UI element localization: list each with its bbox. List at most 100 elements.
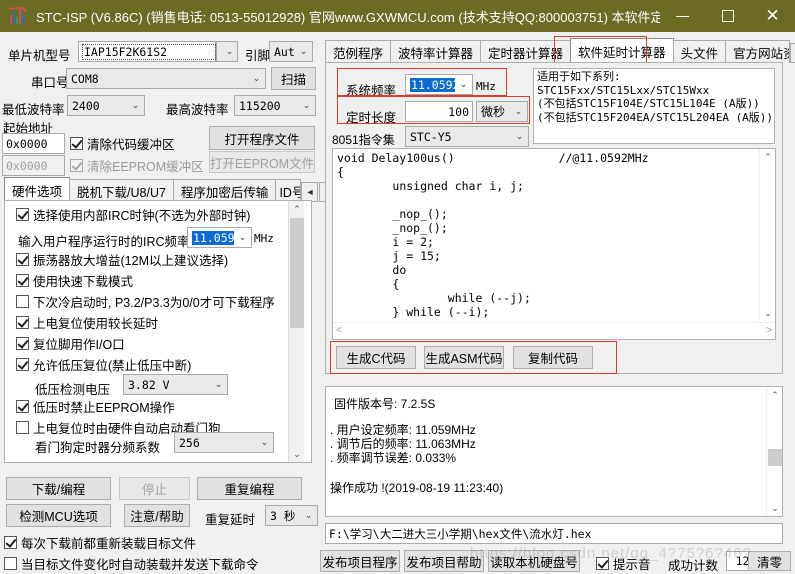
checkbox-icon	[16, 253, 29, 266]
repeat-delay-value: 3 秒	[270, 508, 296, 523]
eeprom-address-value: 0x0000	[6, 158, 48, 173]
com-port-select[interactable]: COM8 ⌄	[66, 68, 266, 89]
scroll-left-icon[interactable]: <	[336, 325, 342, 336]
timer-unit-select[interactable]: 微秒 ⌄	[476, 101, 528, 122]
min-baud-label: 最低波特率	[2, 103, 65, 117]
irc-frequency-select[interactable]: 11.0592 ⌄	[187, 227, 252, 248]
repeat-program-button[interactable]: 重复编程	[197, 477, 302, 500]
checkbox-icon	[16, 400, 29, 413]
reload-before-download-checkbox[interactable]: 每次下载前都重新装载目标文件	[4, 533, 196, 552]
scrollbar-thumb[interactable]	[290, 218, 304, 328]
mcu-type-select[interactable]: IAP15F2K61S2	[78, 41, 216, 62]
generate-asm-code-button[interactable]: 生成ASM代码	[424, 346, 504, 369]
scroll-right-icon[interactable]: >	[766, 325, 772, 336]
close-icon[interactable]: ✕	[750, 0, 795, 32]
tab-baudrate-calculator[interactable]: 波特率计算器	[390, 40, 482, 63]
open-eeprom-file-button[interactable]: 打开EEPROM文件	[209, 151, 315, 173]
detect-mcu-options-button[interactable]: 检测MCU选项	[6, 504, 111, 527]
chevron-down-icon: ⌄	[131, 100, 140, 110]
window-title: STC-ISP (V6.86C) (销售电话: 0513-55012928) 官…	[36, 9, 660, 25]
option-reset-pin-io-checkbox[interactable]: 复位脚用作I/O口	[16, 334, 125, 353]
publish-project-program-button[interactable]: 发布项目程序	[320, 550, 400, 572]
low-voltage-detect-select[interactable]: 3.82 V ⌄	[123, 374, 228, 395]
chevron-down-icon: ⌄	[514, 106, 523, 116]
repeat-delay-select[interactable]: 3 秒 ⌄	[265, 505, 318, 526]
scroll-down-icon[interactable]: ⌄	[760, 305, 776, 321]
option-label: 允许低压复位(禁止低压中断)	[33, 359, 192, 373]
checkbox-icon	[16, 274, 29, 287]
tab-offline-download[interactable]: 脱机下载/U8/U7	[69, 179, 174, 202]
option-internal-irc-checkbox[interactable]: 选择使用内部IRC时钟(不选为外部时钟)	[16, 205, 250, 224]
option-label: 复位脚用作I/O口	[33, 338, 125, 352]
tab-scroll-left-icon[interactable]: ◄	[301, 182, 319, 202]
generate-c-code-button[interactable]: 生成C代码	[336, 346, 416, 369]
option-cold-start-checkbox[interactable]: 下次冷启动时, P3.2/P3.3为0/0才可下载程序	[16, 292, 275, 311]
scroll-down-icon[interactable]: ⌄	[289, 446, 305, 462]
scan-button[interactable]: 扫描	[271, 67, 316, 90]
option-fast-download-checkbox[interactable]: 使用快速下载模式	[16, 271, 133, 290]
status-log-scrollbar[interactable]: ⌃ ⌄	[766, 387, 782, 516]
file-path-value: F:\学习\大二进大三小学期\hex文件\流水灯.hex	[329, 526, 592, 541]
watchdog-prescale-select[interactable]: 256 ⌄	[174, 432, 274, 453]
checkbox-icon	[4, 536, 17, 549]
tab-header-file[interactable]: 头文件	[672, 40, 727, 63]
scroll-down-icon[interactable]: ⌄	[767, 500, 783, 516]
clear-eeprom-buffer-label: 清除EEPROM缓冲区	[87, 160, 204, 174]
file-path-input[interactable]: F:\学习\大二进大三小学期\hex文件\流水灯.hex	[325, 523, 783, 544]
timer-length-value: 100	[448, 104, 469, 119]
tab-scroll-left-icon[interactable]: ◄	[790, 43, 795, 63]
option-low-voltage-reset-checkbox[interactable]: 允许低压复位(禁止低压中断)	[16, 355, 191, 374]
tab-official-website[interactable]: 官方网站资	[725, 40, 791, 63]
clear-code-buffer-checkbox[interactable]: 清除代码缓冲区	[70, 134, 175, 153]
maximize-button[interactable]	[705, 0, 750, 32]
mcu-type-dropdown-arrow[interactable]: ⌄	[216, 41, 238, 62]
status-detail-line-1: . 用户设定频率: 11.059MHz	[330, 423, 476, 437]
instruction-set-select[interactable]: STC-Y5 ⌄	[405, 126, 529, 147]
open-program-file-button[interactable]: 打开程序文件	[209, 126, 315, 150]
publish-project-help-button[interactable]: 发布项目帮助	[404, 550, 484, 572]
scroll-up-icon[interactable]: ⌃	[760, 149, 776, 165]
code-vertical-scrollbar[interactable]: ⌃ ⌄	[759, 149, 775, 321]
copy-code-button[interactable]: 复制代码	[513, 346, 593, 369]
timer-length-input[interactable]: 100	[405, 101, 473, 122]
autoload-on-change-checkbox[interactable]: 当目标文件变化时自动装载并发送下载命令	[4, 554, 259, 573]
max-baud-label: 最高波特率	[166, 103, 229, 117]
mcu-type-label: 单片机型号	[8, 49, 71, 63]
tab-software-delay-calculator[interactable]: 软件延时计算器	[570, 38, 674, 63]
generated-code-text[interactable]: void Delay100us() //@11.0592MHz { unsign…	[337, 151, 757, 321]
scroll-up-icon[interactable]: ⌃	[767, 387, 783, 403]
read-disk-id-button[interactable]: 读取本机硬盘号	[488, 550, 580, 572]
tab-hardware-options[interactable]: 硬件选项	[4, 177, 71, 202]
tab-example-programs[interactable]: 范例程序	[325, 40, 392, 63]
option-oscillator-gain-checkbox[interactable]: 振荡器放大增益(12M以上建议选择)	[16, 250, 228, 269]
status-detail-line-2: . 调节后的频率: 11.063MHz	[330, 437, 476, 451]
stop-button[interactable]: 停止	[119, 477, 190, 500]
option-disable-eeprom-lowvolt-checkbox[interactable]: 低压时禁止EEPROM操作	[16, 397, 175, 416]
max-baud-select[interactable]: 115200 ⌄	[234, 95, 316, 116]
beep-checkbox[interactable]: 提示音	[596, 554, 651, 573]
com-port-label: 串口号	[31, 76, 69, 90]
option-label: 上电复位使用较长延时	[33, 317, 159, 331]
hardware-options-scrollbar[interactable]: ⌃ ⌄	[288, 201, 304, 462]
chevron-down-icon: ⌄	[459, 79, 468, 89]
min-baud-select[interactable]: 2400 ⌄	[67, 95, 145, 116]
code-horizontal-scrollbar[interactable]: < >	[333, 322, 775, 338]
option-long-reset-delay-checkbox[interactable]: 上电复位使用较长延时	[16, 313, 158, 332]
clear-count-button[interactable]: 清零	[748, 551, 791, 571]
tab-encrypted-transfer[interactable]: 程序加密后传输	[172, 179, 277, 202]
scroll-up-icon[interactable]: ⌃	[289, 201, 305, 217]
help-button[interactable]: 注意/帮助	[124, 504, 190, 527]
minimize-button[interactable]	[660, 0, 705, 32]
system-frequency-select[interactable]: 11.0592 ⌄	[405, 74, 473, 95]
checkbox-icon	[16, 358, 29, 371]
clear-eeprom-buffer-checkbox[interactable]: 清除EEPROM缓冲区	[70, 156, 204, 175]
checkbox-icon	[596, 557, 609, 570]
tab-id-number[interactable]: ID号	[275, 179, 302, 202]
download-program-button[interactable]: 下载/编程	[6, 477, 111, 500]
scrollbar-thumb[interactable]	[768, 449, 782, 466]
code-address-input[interactable]: 0x0000	[2, 133, 65, 154]
pin-count-select[interactable]: Auto ⌄	[269, 41, 313, 62]
eeprom-address-input[interactable]: 0x0000	[2, 155, 65, 176]
title-bar: STC-ISP (V6.86C) (销售电话: 0513-55012928) 官…	[0, 0, 795, 32]
tab-timer-calculator[interactable]: 定时器计算器	[480, 40, 572, 63]
